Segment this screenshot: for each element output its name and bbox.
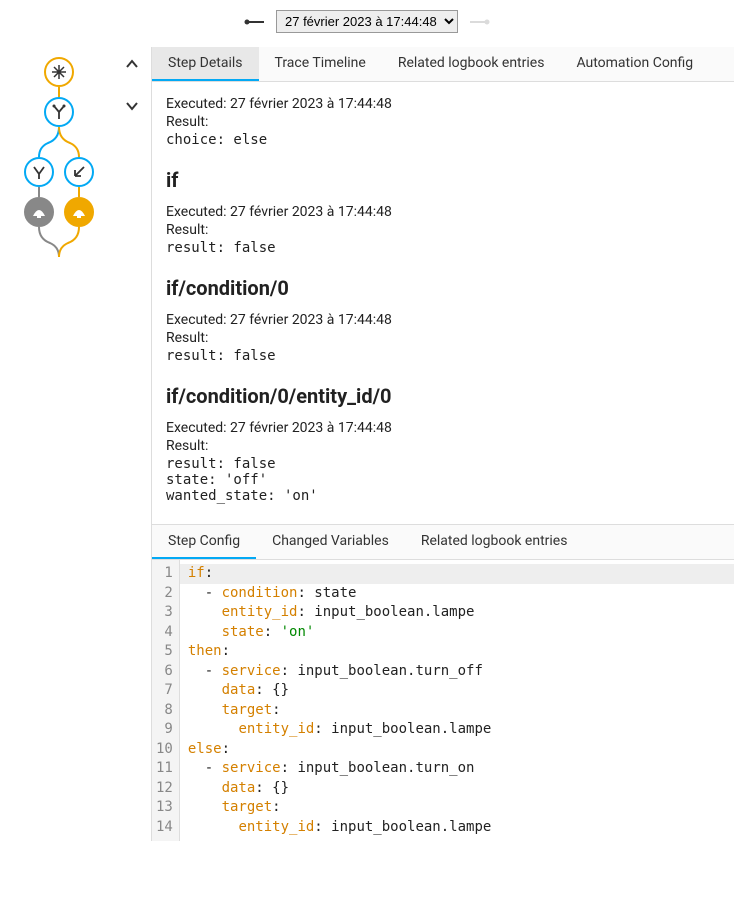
result-label: Result:: [166, 114, 714, 130]
main-tabbar: Step Details Trace Timeline Related logb…: [152, 47, 734, 82]
code-lines[interactable]: if: - condition: state entity_id: input_…: [180, 560, 734, 841]
executed-label: Executed: 27 février 2023 à 17:44:48: [166, 420, 714, 436]
executed-label: Executed: 27 février 2023 à 17:44:48: [166, 96, 714, 112]
result-code: result: false state: 'off' wanted_state:…: [166, 456, 714, 504]
topbar: 27 février 2023 à 17:44:48: [0, 0, 734, 47]
block-heading: if: [166, 168, 714, 192]
trace-graph-sidebar: [0, 47, 151, 841]
else-node[interactable]: [64, 157, 94, 187]
trigger-node[interactable]: [44, 57, 74, 87]
subtab-step-config[interactable]: Step Config: [152, 525, 256, 559]
trace-block-if: if Executed: 27 février 2023 à 17:44:48 …: [166, 168, 714, 256]
tab-trace-timeline[interactable]: Trace Timeline: [259, 47, 382, 81]
next-trace-button[interactable]: [468, 16, 490, 28]
subtab-related-logbook[interactable]: Related logbook entries: [405, 525, 584, 559]
executed-label: Executed: 27 février 2023 à 17:44:48: [166, 204, 714, 220]
line-gutter: 1 2 3 4 5 6 7 8 9 10 11 12 13 14: [152, 560, 180, 841]
result-code: result: false: [166, 240, 714, 256]
result-code: choice: else: [166, 132, 714, 148]
tab-related-logbook[interactable]: Related logbook entries: [382, 47, 561, 81]
block-heading: if/condition/0: [166, 276, 714, 300]
result-label: Result:: [166, 222, 714, 238]
trace-select[interactable]: 27 février 2023 à 17:44:48: [276, 10, 458, 33]
trace-block-entity-0: if/condition/0/entity_id/0 Executed: 27 …: [166, 384, 714, 504]
tab-step-details[interactable]: Step Details: [152, 47, 259, 81]
then-node[interactable]: [24, 157, 54, 187]
subtab-changed-variables[interactable]: Changed Variables: [256, 525, 405, 559]
trace-block-root: Executed: 27 février 2023 à 17:44:48 Res…: [166, 96, 714, 148]
executed-label: Executed: 27 février 2023 à 17:44:48: [166, 312, 714, 328]
result-code: result: false: [166, 348, 714, 364]
block-heading: if/condition/0/entity_id/0: [166, 384, 714, 408]
result-label: Result:: [166, 330, 714, 346]
result-label: Result:: [166, 438, 714, 454]
tab-automation-config[interactable]: Automation Config: [560, 47, 709, 81]
else-action-node[interactable]: [64, 197, 94, 227]
yaml-editor: 1 2 3 4 5 6 7 8 9 10 11 12 13 14 if: - c…: [152, 560, 734, 841]
main-panel: Step Details Trace Timeline Related logb…: [151, 47, 734, 841]
then-action-node[interactable]: [24, 197, 54, 227]
choose-node[interactable]: [44, 97, 74, 127]
prev-trace-button[interactable]: [244, 16, 266, 28]
config-tabbar: Step Config Changed Variables Related lo…: [152, 524, 734, 560]
trace-block-condition-0: if/condition/0 Executed: 27 février 2023…: [166, 276, 714, 364]
